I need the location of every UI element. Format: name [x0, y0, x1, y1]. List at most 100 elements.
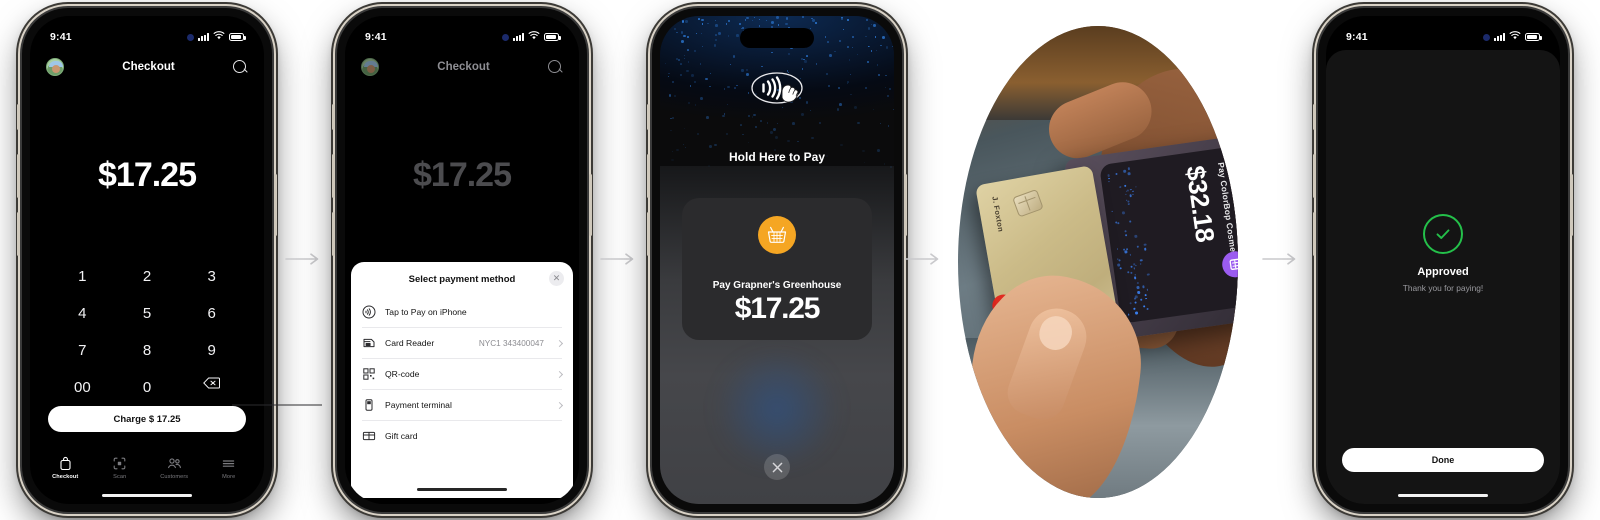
key-6[interactable]: 6: [179, 303, 244, 324]
close-icon: [772, 462, 782, 472]
key-7[interactable]: 7: [50, 340, 115, 361]
nav-bar: Checkout: [345, 52, 579, 82]
key-0[interactable]: 0: [115, 377, 180, 400]
phone-3-screen: Hold Here to Pay Pay Grapner's Greenhous…: [660, 16, 894, 504]
key-4[interactable]: 4: [50, 303, 115, 324]
key-9[interactable]: 9: [179, 340, 244, 361]
wifi-icon: [528, 31, 540, 43]
pay-card: Pay Grapner's Greenhouse $17.25: [682, 198, 872, 340]
tab-label: Scan: [113, 474, 127, 480]
tab-bar[interactable]: Checkout Scan Customers More: [30, 446, 264, 490]
charge-button[interactable]: Charge $ 17.25: [48, 406, 246, 432]
phone-1-checkout-keypad: 9:41 Checkout $17.25 1 2 3 4 5 6 7 8 9 0…: [17, 8, 277, 512]
phone-5-approved: 9:41 Approved Thank you for paying! Done: [1313, 8, 1573, 512]
wifi-icon: [213, 31, 225, 43]
shopping-basket-icon: [758, 216, 796, 254]
qr-code-icon: [362, 367, 376, 381]
power-button: [274, 174, 277, 236]
key-5[interactable]: 5: [115, 303, 180, 324]
phone-flow-diagram: 9:41 Checkout $17.25 1 2 3 4 5 6 7 8 9 0…: [0, 0, 1600, 520]
close-button[interactable]: ✕: [549, 271, 564, 286]
card-reader-icon: [362, 336, 376, 350]
tap-to-pay-photo: Pay ColorBop Cosmetics $32.18 J. Foxton: [958, 26, 1238, 498]
phone-2-select-payment-method: 9:41 Checkout $17.25 Select payment meth…: [332, 8, 592, 512]
backspace-icon: [203, 377, 221, 389]
photo-pay-amount: $32.18: [1180, 163, 1221, 244]
payment-method-label: QR-code: [385, 369, 420, 379]
card-holder-name: J. Foxton: [990, 195, 1006, 233]
key-8[interactable]: 8: [115, 340, 180, 361]
payment-method-row-payment-terminal[interactable]: Payment terminal: [362, 389, 564, 420]
tab-customers[interactable]: Customers: [147, 456, 201, 480]
bag-icon: [58, 456, 73, 471]
payment-method-row-gift-card[interactable]: Gift card: [362, 420, 562, 451]
ambient-glow: [712, 354, 842, 464]
tab-scan[interactable]: Scan: [93, 456, 147, 480]
key-1[interactable]: 1: [50, 266, 115, 287]
tab-label: Checkout: [52, 474, 79, 480]
sheet-header: Select payment method ✕: [351, 262, 573, 296]
battery-icon: [1525, 33, 1542, 41]
payment-method-list: Tap to Pay on iPhone Card Reader NYC1 34…: [351, 296, 573, 451]
avatar[interactable]: [46, 58, 64, 76]
dynamic-island: [740, 28, 814, 48]
status-indicator-icon: [187, 33, 194, 41]
volume-down-button: [332, 212, 335, 256]
status-indicator-icon: [502, 33, 509, 41]
power-button: [589, 174, 592, 236]
arrow-right-icon-3: [905, 252, 941, 266]
pay-amount: $17.25: [734, 292, 821, 325]
power-button: [904, 174, 907, 236]
volume-up-button: [647, 154, 650, 198]
card-chip: [1012, 188, 1044, 218]
status-time: 9:41: [1346, 31, 1368, 43]
done-button[interactable]: Done: [1342, 448, 1544, 472]
backspace-key[interactable]: [179, 377, 244, 400]
cellular-signal-icon: [198, 33, 209, 41]
battery-icon: [229, 33, 246, 41]
chevron-right-icon: [555, 370, 564, 378]
avatar[interactable]: [361, 58, 379, 76]
payment-method-row-tap-to-pay[interactable]: Tap to Pay on iPhone: [362, 296, 562, 327]
volume-down-button: [647, 212, 650, 256]
phone-2-screen: 9:41 Checkout $17.25 Select payment meth…: [345, 16, 579, 504]
page-title: Checkout: [122, 61, 175, 73]
nav-bar: Checkout: [30, 52, 264, 82]
search-icon[interactable]: [548, 59, 563, 75]
payment-method-row-card-reader[interactable]: Card Reader NYC1 343400047: [362, 327, 564, 358]
phone-5-screen: 9:41 Approved Thank you for paying! Done: [1326, 16, 1560, 504]
search-icon[interactable]: [233, 59, 248, 75]
contactless-hand-icon: [746, 68, 808, 108]
numeric-keypad[interactable]: 1 2 3 4 5 6 7 8 9 00 0: [50, 266, 244, 400]
gift-card-icon: [362, 429, 376, 443]
approved-title: Approved: [1417, 266, 1469, 278]
key-2[interactable]: 2: [115, 266, 180, 287]
cellular-signal-icon: [513, 33, 524, 41]
phone-1-screen: 9:41 Checkout $17.25 1 2 3 4 5 6 7 8 9 0…: [30, 16, 264, 504]
mute-switch: [332, 104, 335, 130]
key-00[interactable]: 00: [50, 377, 115, 400]
key-3[interactable]: 3: [179, 266, 244, 287]
status-time: 9:41: [365, 31, 387, 43]
tab-checkout[interactable]: Checkout: [38, 456, 92, 480]
mute-switch: [17, 104, 20, 130]
status-bar: 9:41: [1326, 26, 1560, 48]
close-button[interactable]: [764, 454, 790, 480]
payment-method-label: Payment terminal: [385, 400, 452, 410]
hold-here-to-pay-text: Hold Here to Pay: [728, 150, 826, 164]
volume-down-button: [1313, 212, 1316, 256]
payment-method-row-qr-code[interactable]: QR-code: [362, 358, 564, 389]
battery-icon: [544, 33, 561, 41]
payment-method-label: Gift card: [385, 431, 418, 441]
tab-more[interactable]: More: [202, 456, 256, 480]
payment-method-value: NYC1 343400047: [478, 338, 544, 348]
sheet-title: Select payment method: [408, 273, 516, 285]
home-indicator: [417, 487, 507, 491]
scan-icon: [112, 456, 127, 471]
volume-up-button: [1313, 154, 1316, 198]
volume-down-button: [17, 212, 20, 256]
volume-up-button: [17, 154, 20, 198]
status-indicator-icon: [1483, 33, 1490, 41]
tab-label: Customers: [160, 474, 189, 480]
chevron-right-icon: [555, 339, 564, 347]
